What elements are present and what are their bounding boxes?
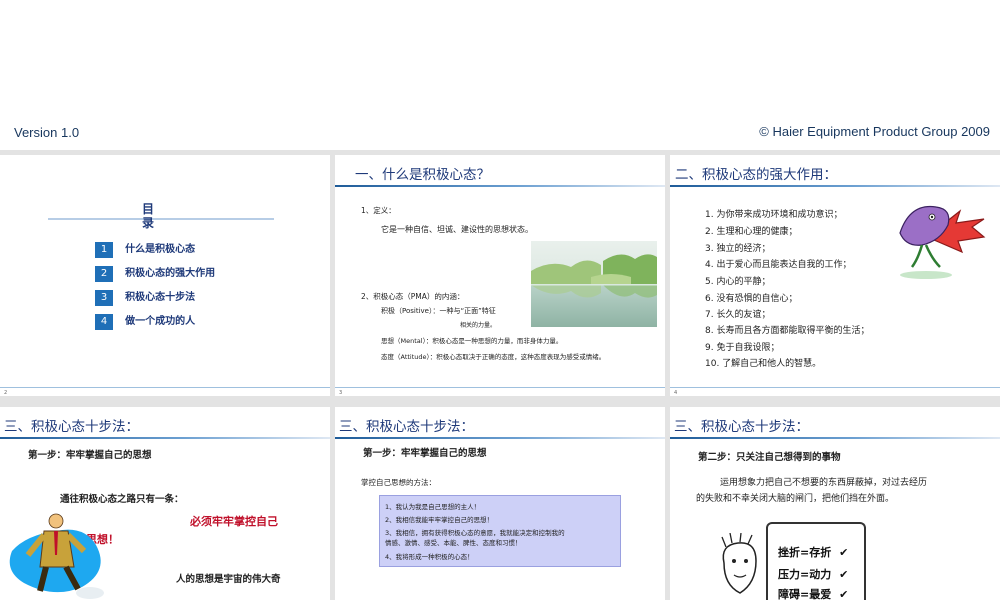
slide-title: 三、积极心态十步法： [339,419,474,435]
board-line: 压力=动力 ✔ [778,566,848,582]
mental-text: 思想（Mental）：积极心态是一种思想的力量，而非身体力量。 [381,337,563,345]
toc-item[interactable]: 2 积极心态的强大作用 [95,261,215,282]
method-item: 2、我相信我能牢牢掌控自己的思想！ [385,516,494,524]
body-text: 的失败和不幸关闭大脑的闸门，把他们挡在外面。 [696,494,895,504]
page-number: 4 [674,390,678,396]
slide-step-one[interactable]: 三、积极心态十步法： 第一步：牢牢掌握自己的思想 通往积极心态之路只有一条： 必… [0,407,330,600]
slide-step-one-method[interactable]: 三、积极心态十步法： 第一步：牢牢掌握自己的思想 掌控自己思想的方法： 1、我认… [335,407,665,600]
toc-number: 3 [95,290,113,306]
body-text: 通往积极心态之路只有一条： [60,494,184,505]
page-header: Version 1.0 © Haier Equipment Product Gr… [0,0,1000,150]
body-text: 运用想象力把自己不想要的东西屏蔽掉，对过去经历 [720,478,928,488]
benefit-item: 9. 免于自我设限； [705,343,780,353]
method-item: 4、我将形成一种积极的心态！ [385,553,474,561]
slide-step-two[interactable]: 三、积极心态十步法： 第二步：只关注自己想得到的事物 运用想象力把自己不想要的东… [670,407,1000,600]
benefit-item: 8. 长寿而且各方面都能取得平衡的生活； [705,326,870,336]
benefit-item: 7. 长久的友谊； [705,310,771,320]
title-underline [335,437,665,439]
benefit-item: 2. 生理和心理的健康； [705,227,798,237]
toc-number: 1 [95,242,113,258]
title-underline [670,437,1000,439]
board-line: 障碍=最爱 ✔ [778,586,848,600]
board-text: 压力=动力 [778,568,832,581]
toc-number: 4 [95,314,113,330]
method-box: 1、我认为我是自己思想的主人！ 2、我相信我能牢牢掌控自己的思想！ 3、我相信，… [379,495,621,567]
benefit-item: 3. 独立的经济； [705,244,771,254]
method-label: 掌控自己思想的方法： [361,478,436,487]
slide-title: 三、积极心态十步法： [674,419,809,435]
title-underline [335,185,665,187]
step-heading: 第二步：只关注自己想得到的事物 [698,452,841,463]
benefit-item: 1. 为你带来成功环境和成功意识； [705,210,843,220]
title-underline [670,185,1000,187]
toc-title-bar [48,218,274,220]
step-heading: 第一步：牢牢掌握自己的思想 [28,450,152,461]
slide-toc[interactable]: 目录 1 什么是积极心态 2 积极心态的强大作用 3 积极心态十步法 4 做一个… [0,155,330,396]
check-icon: ✔ [839,568,849,581]
slide-title: 一、什么是积极心态？ [355,167,490,183]
method-item: 情感、激情、感受、本能、脾性、态度和习惯！ [385,539,522,547]
footer-line [335,387,665,388]
slide-power[interactable]: 二、积极心态的强大作用： 1. 为你带来成功环境和成功意识； 2. 生理和心理的… [670,155,1000,396]
attitude-text: 态度（Attitude）：积极心态取决于正确的态度，这种态度表现为感受或情绪。 [381,353,606,361]
slide-title: 二、积极心态的强大作用： [675,167,837,183]
step-heading: 第一步：牢牢掌握自己的思想 [363,448,487,459]
board-line: 挫折=存折 ✔ [778,544,848,560]
toc-label: 积极心态十步法 [125,292,196,303]
benefit-item: 10. 了解自己和他人的智慧。 [705,359,822,369]
page-number: 3 [339,390,343,396]
title-underline [0,437,330,439]
slide-what-is[interactable]: 一、什么是积极心态？ 1、定义： 它是一种自信、坦诚、建设性的思想状态。 2、积… [335,155,665,396]
definition-text: 它是一种自信、坦诚、建设性的思想状态。 [381,225,533,234]
benefit-item: 4. 出于爱心而且能表达自我的工作； [705,260,852,270]
benefit-item: 5. 内心的平静； [705,277,771,287]
toc-item[interactable]: 3 积极心态十步法 [95,285,195,306]
toc-item[interactable]: 4 做一个成功的人 [95,309,195,330]
cartoon-arrow-figure-image [899,205,986,279]
cartoon-businessman-image [9,513,104,599]
definition-label: 1、定义： [361,206,396,215]
toc-label: 什么是积极心态 [125,244,196,255]
positive-text: 积极（Positive）：一种与“正面”特征 [381,307,496,315]
method-item: 1、我认为我是自己思想的主人！ [385,503,481,511]
lake-landscape-image [531,241,657,327]
version-label: Version 1.0 [14,125,80,140]
benefit-item: 6. 没有恐惧的自信心； [705,294,798,304]
method-item: 3、我相信，拥有获得积极心态的意愿，我就能决定和控制我的 [385,529,565,537]
slide-title: 三、积极心态十步法： [4,419,139,435]
toc-title: 目录 [142,202,155,230]
slide-grid: 目录 1 什么是积极心态 2 积极心态的强大作用 3 积极心态十步法 4 做一个… [0,150,1000,600]
toc-label: 积极心态的强大作用 [125,268,216,279]
board-text: 挫折=存折 [778,546,832,559]
page-number: 2 [4,390,8,396]
footer-line [670,387,1000,388]
copyright-label: © Haier Equipment Product Group 2009 [759,124,990,139]
cartoon-face-image [721,533,757,594]
positive-text-cont: 相关的力量。 [460,322,497,329]
check-icon: ✔ [839,546,849,559]
check-icon: ✔ [839,588,849,600]
body-text: 人的思想是宇宙的伟大奇 [176,574,281,585]
toc-number: 2 [95,266,113,282]
board: 挫折=存折 ✔ 压力=动力 ✔ 障碍=最爱 ✔ [766,522,866,600]
toc-label: 做一个成功的人 [125,316,196,327]
board-text: 障碍=最爱 [778,588,832,600]
footer-line [0,387,330,388]
pma-label: 2、积极心态（PMA）的内涵： [361,292,465,301]
highlight-text: 必须牢牢掌控自己 [190,515,278,528]
toc-item[interactable]: 1 什么是积极心态 [95,237,195,258]
